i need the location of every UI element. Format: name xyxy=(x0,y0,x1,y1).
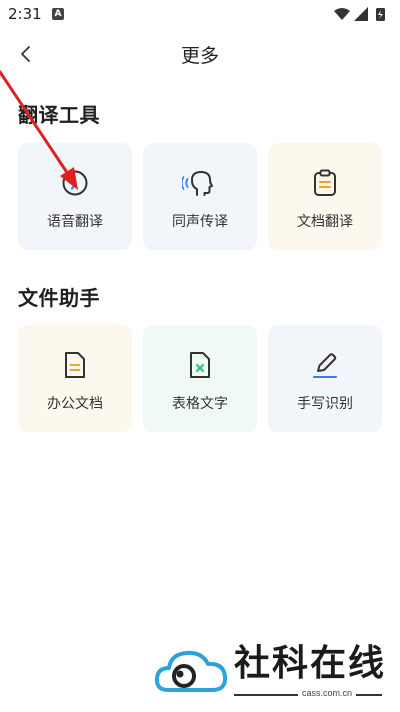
watermark-logo xyxy=(154,650,228,692)
page-title: 更多 xyxy=(180,45,219,67)
translation-tools-grid: 语音翻译 同声传译 文档翻译 xyxy=(18,143,382,250)
watermark-divider xyxy=(234,694,298,696)
section-title-translation-tools: 翻译工具 xyxy=(18,103,100,127)
office-document-label: 办公文档 xyxy=(47,396,103,412)
table-text-label: 表格文字 xyxy=(172,396,228,412)
handwriting-recognition-label: 手写识别 xyxy=(297,396,353,412)
watermark-brand: 社科在线 xyxy=(234,643,387,684)
status-icons xyxy=(334,7,385,21)
file-assistant-grid: 办公文档 表格文字 手写识别 xyxy=(18,325,382,432)
watermark-url: cass.com.cn xyxy=(302,688,353,698)
top-bar: 更多 xyxy=(0,30,400,78)
document-translate-card[interactable]: 文档翻译 xyxy=(268,143,382,250)
handwriting-recognition-card[interactable]: 手写识别 xyxy=(268,325,382,432)
wifi-icon xyxy=(334,8,350,20)
status-bar: 2:31 A xyxy=(0,0,400,28)
office-document-card[interactable]: 办公文档 xyxy=(18,325,132,432)
clipboard-icon xyxy=(305,165,345,201)
speaking-head-icon xyxy=(180,165,220,201)
simultaneous-interpretation-card[interactable]: 同声传译 xyxy=(143,143,257,250)
signal-icon xyxy=(354,7,368,21)
document-icon xyxy=(55,347,95,383)
section-title-file-assistant: 文件助手 xyxy=(18,286,100,310)
document-translate-label: 文档翻译 xyxy=(297,214,353,230)
watermark-divider xyxy=(356,694,382,696)
voice-translate-icon xyxy=(55,165,95,201)
voice-translate-label: 语音翻译 xyxy=(47,214,103,230)
pen-icon xyxy=(305,347,345,383)
notification-icon: A xyxy=(52,8,64,20)
voice-translate-card[interactable]: 语音翻译 xyxy=(18,143,132,250)
table-text-card[interactable]: 表格文字 xyxy=(143,325,257,432)
spreadsheet-icon xyxy=(180,347,220,383)
watermark: 社科在线 cass.com.cn xyxy=(150,640,390,704)
status-time: 2:31 xyxy=(8,5,42,23)
simultaneous-interpretation-label: 同声传译 xyxy=(172,214,228,230)
